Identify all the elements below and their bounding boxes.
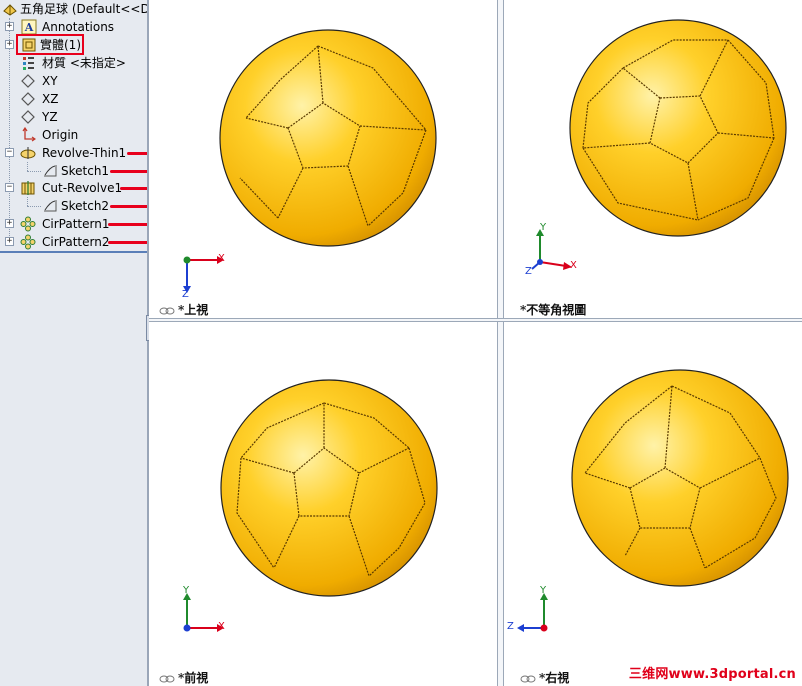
tree-root[interactable]: 五角足球 (Default<<Def <box>0 0 147 18</box>
sketch-icon <box>44 200 57 212</box>
triad-axis-label: X <box>218 621 225 632</box>
tree-item-material[interactable]: 材質 <未指定> <box>0 54 147 72</box>
tree-item-plane-xy[interactable]: XY <box>0 72 147 90</box>
annotation-line <box>127 152 147 155</box>
circular-pattern-icon <box>20 234 36 250</box>
annotation-line <box>110 205 147 208</box>
annotation-line <box>108 223 147 226</box>
expand-icon[interactable]: + <box>5 40 14 49</box>
collapse-icon[interactable]: − <box>5 183 14 192</box>
tree-end-marker <box>0 251 147 253</box>
plane-icon <box>21 110 35 124</box>
annotations-icon: A <box>21 19 37 35</box>
viewport-isometric[interactable]: Y X Z *不等角視圖 <box>504 0 802 318</box>
tree-item-label: CirPattern2 <box>42 235 110 249</box>
triad-axis-label: Y <box>183 585 190 596</box>
material-icon <box>23 57 34 70</box>
origin-icon <box>22 127 36 142</box>
tree-item-label: CirPattern1 <box>42 217 110 231</box>
plane-icon <box>21 92 35 106</box>
triad-axis-label: Z <box>507 621 514 632</box>
revolve-thin-icon <box>20 147 36 159</box>
plane-icon <box>21 74 35 88</box>
triad-axis-label: Z <box>525 266 532 277</box>
expand-icon[interactable]: + <box>5 219 14 228</box>
sketch-icon <box>44 165 57 177</box>
svg-text:A: A <box>24 21 34 34</box>
triad-axis-label: X <box>570 260 577 271</box>
cut-revolve-icon <box>21 181 35 195</box>
tree-item-label: Revolve-Thin1 <box>42 146 127 160</box>
viewport-label-isometric: *不等角視圖 <box>520 303 587 317</box>
tree-item-label: Sketch2 <box>61 199 110 213</box>
tree-item-origin[interactable]: Origin <box>0 126 147 144</box>
viewport-front[interactable]: Y X *前視 <box>149 322 497 686</box>
tree-item-plane-xz[interactable]: XZ <box>0 90 147 108</box>
tree-item-revolve-thin1[interactable]: − Revolve-Thin1 <box>0 144 147 162</box>
part-icon <box>3 4 17 16</box>
annotation-line <box>108 241 147 244</box>
viewport-splitter-horizontal[interactable] <box>149 318 802 322</box>
tree-item-label: Origin <box>42 128 79 142</box>
tree-item-label: Cut-Revolve1 <box>42 181 123 195</box>
tree-item-label: XY <box>42 74 58 88</box>
viewport-label-top: *上視 <box>159 301 208 318</box>
circular-pattern-icon <box>20 216 36 232</box>
link-views-icon <box>520 675 536 682</box>
triad-axis-label: Z <box>182 289 189 300</box>
collapse-icon[interactable]: − <box>5 148 14 157</box>
tree-item-plane-yz[interactable]: YZ <box>0 108 147 126</box>
link-views-icon <box>159 675 175 682</box>
view-triad-right <box>517 593 548 632</box>
tree-item-label: 材質 <未指定> <box>42 56 126 70</box>
tree-root-label: 五角足球 (Default<<Def <box>20 2 147 16</box>
triad-axis-label: Y <box>540 585 547 596</box>
tree-item-label: YZ <box>42 110 58 124</box>
viewport-right[interactable]: Y Z *右視 <box>504 322 802 686</box>
triad-axis-label: X <box>218 253 225 264</box>
annotation-line <box>120 187 147 190</box>
highlight-box <box>16 34 84 55</box>
tree-item-label: Sketch1 <box>61 164 110 178</box>
link-views-icon <box>159 307 175 314</box>
viewport-top[interactable]: X Z *上視 <box>149 0 497 318</box>
expand-icon[interactable]: + <box>5 237 14 246</box>
tree-item-label: XZ <box>42 92 59 106</box>
expand-icon[interactable]: + <box>5 22 14 31</box>
viewport-label-right: *右視 <box>520 669 569 686</box>
triad-axis-label: Y <box>540 222 547 233</box>
viewport-label-front: *前視 <box>159 669 208 686</box>
viewport-splitter-vertical[interactable] <box>497 0 504 686</box>
watermark: 三维网www.3dportal.cn <box>628 667 796 682</box>
annotation-line <box>110 170 147 173</box>
feature-tree-panel: 五角足球 (Default<<Def + A Annotations + 實體(… <box>0 0 147 686</box>
